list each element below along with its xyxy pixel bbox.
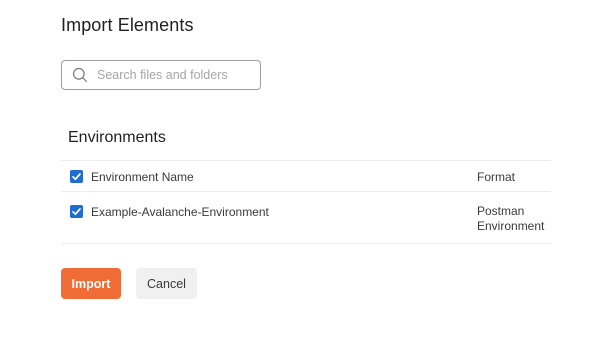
dialog-actions: Import Cancel xyxy=(61,268,197,299)
checkmark-icon xyxy=(72,173,81,181)
search-icon xyxy=(72,67,88,83)
environment-name-cell: Example-Avalanche-Environment xyxy=(91,205,269,219)
search-box[interactable] xyxy=(61,60,261,90)
environments-heading: Environments xyxy=(68,129,166,146)
import-button[interactable]: Import xyxy=(61,268,121,299)
column-header-format: Format xyxy=(477,170,516,184)
row-checkbox[interactable] xyxy=(70,205,83,218)
dialog-title: Import Elements xyxy=(61,15,194,35)
environments-table: Environment Name Format Example-Avalanch… xyxy=(61,160,551,244)
search-input[interactable] xyxy=(97,68,247,82)
table-row: Example-Avalanche-Environment Postman En… xyxy=(61,191,551,244)
column-header-environment-name: Environment Name xyxy=(91,170,194,184)
cancel-button[interactable]: Cancel xyxy=(136,268,197,299)
environment-format-cell: Postman Environment xyxy=(477,204,545,233)
select-all-checkbox[interactable] xyxy=(70,170,83,183)
import-elements-dialog: Import Elements Environments Environment… xyxy=(0,0,600,338)
checkmark-icon xyxy=(72,208,81,216)
table-header-row: Environment Name Format xyxy=(61,160,551,191)
